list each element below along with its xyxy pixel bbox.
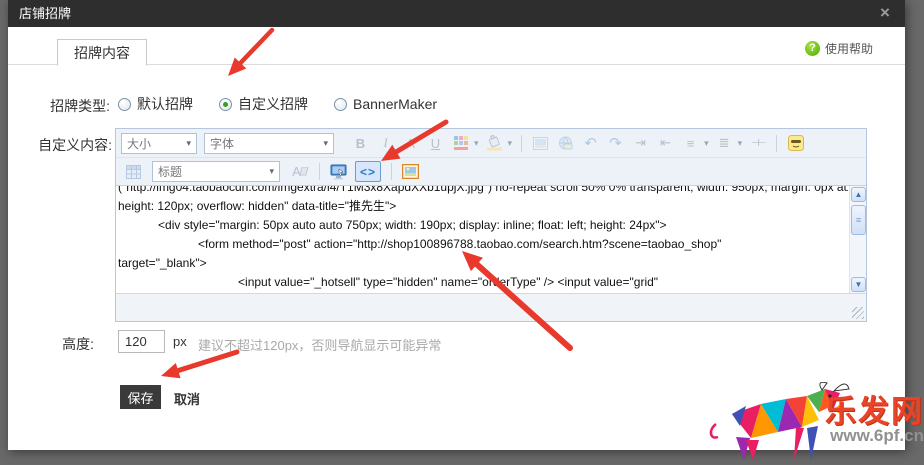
dialog-titlebar: 店铺招牌 ×: [8, 0, 905, 27]
numbered-list-icon[interactable]: ≣: [714, 133, 735, 154]
chevron-down-icon: ▾: [269, 166, 274, 177]
hyperlink-globe-icon[interactable]: [555, 133, 576, 154]
paragraph-style-select[interactable]: 标题 ▾: [152, 161, 280, 182]
cancel-button[interactable]: 取消: [174, 389, 200, 408]
chevron-down-icon[interactable]: ▾: [738, 138, 743, 149]
radio-default-banner[interactable]: 默认招牌: [118, 94, 193, 114]
help-icon: ?: [805, 41, 820, 56]
banner-type-label: 招牌类型:: [8, 96, 110, 116]
scroll-down-icon[interactable]: ▼: [851, 277, 866, 292]
redo-icon[interactable]: ↷: [605, 133, 626, 154]
font-size-select[interactable]: 大小 ▾: [121, 133, 197, 154]
custom-content-label: 自定义内容:: [8, 135, 112, 155]
tab-bar: 招牌内容 ? 使用帮助: [8, 27, 905, 65]
tab-banner-content[interactable]: 招牌内容: [57, 39, 147, 66]
italic-icon[interactable]: I: [375, 133, 396, 154]
rich-text-editor: 大小 ▾ 字体 ▾ B I A U ▾: [115, 128, 867, 322]
watermark: 乐发网 www.6pf.cn: [700, 382, 924, 462]
bullet-list-icon[interactable]: ≡: [680, 133, 701, 154]
insert-table-icon[interactable]: [123, 161, 144, 182]
chevron-down-icon[interactable]: ▾: [474, 138, 479, 149]
save-button[interactable]: 保存: [120, 385, 161, 409]
toolbar-separator: [319, 163, 320, 180]
radio-label: 默认招牌: [137, 94, 193, 114]
outdent-icon[interactable]: ⇤: [655, 133, 676, 154]
radio-selected-icon: [219, 98, 232, 111]
strikethrough-icon[interactable]: A: [400, 133, 421, 154]
radio-label: 自定义招牌: [238, 94, 308, 114]
radio-icon: [334, 98, 347, 111]
emoticon-icon[interactable]: [785, 133, 806, 154]
bold-icon[interactable]: B: [350, 133, 371, 154]
vertical-scrollbar[interactable]: ▲ ≡ ▼: [849, 186, 866, 293]
image-map-icon[interactable]: [400, 161, 421, 182]
close-icon[interactable]: ×: [875, 0, 895, 27]
chevron-down-icon: ▾: [323, 138, 328, 149]
background-color-icon[interactable]: [484, 133, 505, 154]
font-family-select[interactable]: 字体 ▾: [204, 133, 334, 154]
toolbar-separator: [521, 135, 522, 152]
resize-grip-icon[interactable]: [852, 307, 864, 319]
watermark-site-url: www.6pf.cn: [830, 426, 924, 446]
remove-format-icon[interactable]: A: [290, 161, 311, 182]
radio-custom-banner[interactable]: 自定义招牌: [219, 94, 308, 114]
font-color-icon[interactable]: [450, 133, 471, 154]
radio-bannermaker[interactable]: BannerMaker: [334, 96, 437, 112]
banner-type-options: 默认招牌 自定义招牌 BannerMaker: [118, 94, 463, 114]
code-content[interactable]: ("http://img04.taobaocdn.com/imgextra/i4…: [118, 185, 848, 293]
toolbar-separator: [776, 135, 777, 152]
indent-icon[interactable]: ⇥: [630, 133, 651, 154]
undo-icon[interactable]: ↶: [580, 133, 601, 154]
dialog-title: 店铺招牌: [19, 6, 71, 21]
chevron-down-icon[interactable]: ▾: [508, 138, 513, 149]
source-code-icon[interactable]: <>: [355, 161, 381, 182]
page-break-icon[interactable]: ⊣⊢: [747, 133, 768, 154]
underline-icon[interactable]: U: [425, 133, 446, 154]
insert-image-icon[interactable]: [530, 133, 551, 154]
help-label: 使用帮助: [825, 40, 873, 57]
height-unit: px: [173, 334, 187, 349]
toolbar-separator: [391, 163, 392, 180]
editor-footer: [116, 293, 866, 321]
radio-label: BannerMaker: [353, 96, 437, 112]
chevron-down-icon[interactable]: ▾: [704, 138, 709, 149]
height-hint: 建议不超过120px，否则导航显示可能异常: [198, 335, 441, 354]
height-label: 高度:: [8, 334, 94, 354]
scroll-up-icon[interactable]: ▲: [851, 187, 866, 202]
editor-toolbar-row2: 标题 ▾ A <>: [116, 158, 866, 185]
editor-toolbar-row1: 大小 ▾ 字体 ▾ B I A U ▾: [116, 129, 866, 158]
watermark-site-name: 乐发网: [825, 386, 924, 431]
radio-icon: [118, 98, 131, 111]
height-input[interactable]: [118, 330, 165, 353]
help-link[interactable]: ? 使用帮助: [805, 40, 873, 57]
preview-monitor-icon[interactable]: [328, 161, 349, 182]
scrollbar-thumb[interactable]: ≡: [851, 205, 866, 235]
chevron-down-icon: ▾: [186, 138, 191, 149]
source-code-area[interactable]: ("http://img04.taobaocdn.com/imgextra/i4…: [116, 185, 866, 293]
